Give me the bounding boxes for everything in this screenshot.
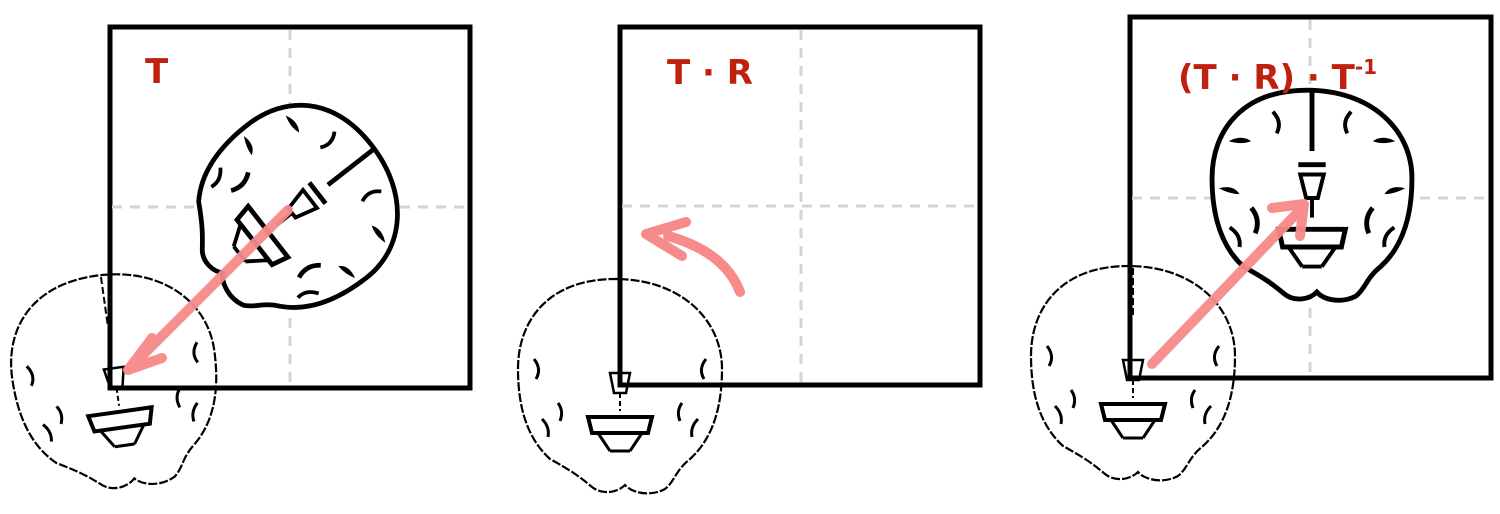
panel-label-trt-inverse: (T · R) · T-1 — [1178, 57, 1377, 98]
panel-label-tr: T · R — [667, 56, 753, 90]
panel-label-t: T — [145, 55, 168, 89]
panel-translate — [0, 24, 473, 504]
label-superscript: -1 — [1354, 55, 1378, 79]
panel-rotate — [516, 24, 983, 496]
brain-outline-icon — [1029, 264, 1237, 483]
label-main: T · R — [667, 53, 753, 93]
label-main: (T · R) · T — [1178, 58, 1355, 98]
rotate-arrow — [641, 217, 745, 297]
label-main: T — [145, 52, 169, 92]
